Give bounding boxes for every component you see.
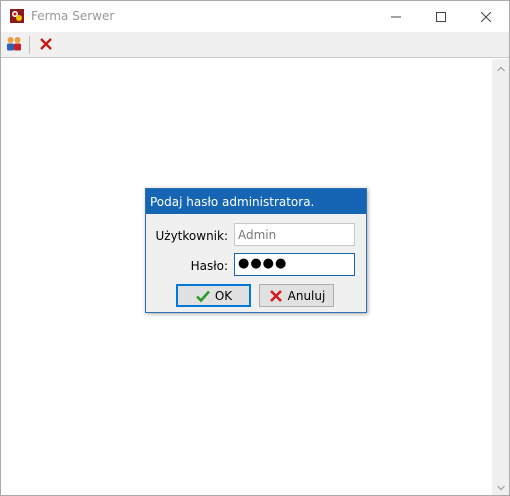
- scroll-up-button[interactable]: [492, 59, 509, 76]
- main-window: Ferma Serwer Podaj hasło administratora.…: [0, 0, 510, 496]
- checkmark-icon: [195, 288, 211, 304]
- maximize-button[interactable]: [418, 1, 464, 32]
- username-field[interactable]: Admin: [234, 223, 355, 246]
- dialog-title: Podaj hasło administratora.: [146, 189, 366, 214]
- toolbar: [1, 32, 509, 58]
- cancel-label: Anuluj: [287, 288, 326, 303]
- scroll-down-button[interactable]: [492, 478, 509, 495]
- close-button[interactable]: [35, 34, 57, 56]
- chevron-down-icon: [496, 480, 505, 494]
- app-icon: [9, 8, 25, 24]
- users-icon: [5, 35, 23, 56]
- ok-label: OK: [214, 288, 233, 303]
- username-label: Użytkownik:: [155, 229, 229, 243]
- window-title: Ferma Serwer: [31, 9, 115, 23]
- toolbar-separator: [29, 36, 30, 54]
- close-red-icon: [39, 37, 53, 54]
- close-window-button[interactable]: [463, 1, 509, 32]
- chevron-up-icon: [496, 61, 505, 75]
- password-label: Hasło:: [190, 259, 228, 273]
- ok-button[interactable]: OK: [176, 284, 251, 307]
- password-field[interactable]: ●●●●: [234, 253, 355, 276]
- minimize-button[interactable]: [373, 1, 419, 32]
- users-button[interactable]: [3, 34, 25, 56]
- admin-password-dialog: Podaj hasło administratora. Użytkownik: …: [145, 188, 367, 313]
- title-bar[interactable]: Ferma Serwer: [1, 1, 509, 32]
- cancel-x-icon: [268, 288, 284, 304]
- vertical-scrollbar[interactable]: [492, 59, 509, 495]
- cancel-button[interactable]: Anuluj: [259, 284, 334, 307]
